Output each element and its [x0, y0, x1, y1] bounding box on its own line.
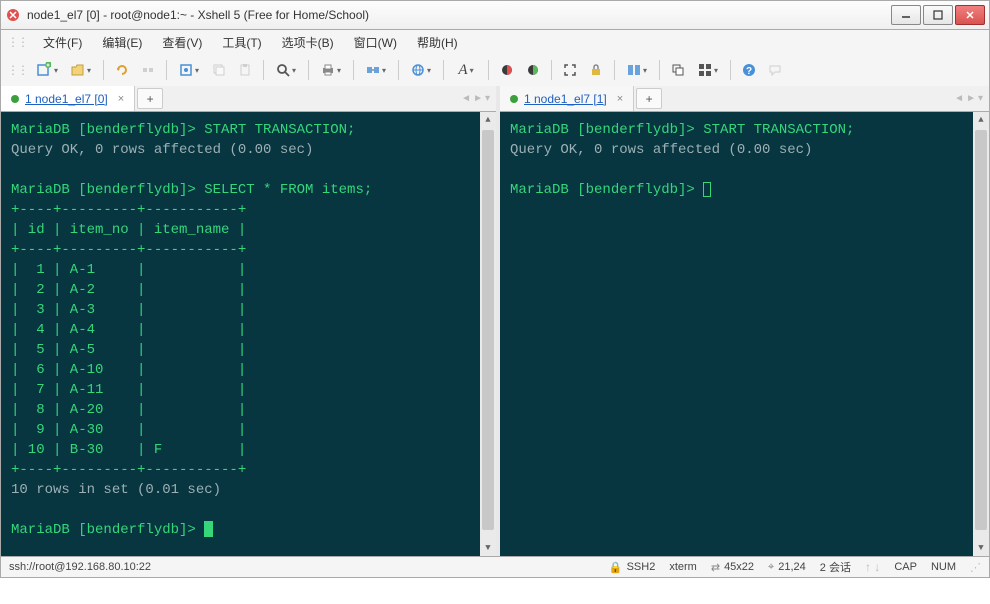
window-title: node1_el7 [0] - root@node1:~ - Xshell 5 … [27, 8, 891, 22]
terminal-right[interactable]: MariaDB [benderflydb]> START TRANSACTION… [500, 112, 989, 556]
title-bar: node1_el7 [0] - root@node1:~ - Xshell 5 … [0, 0, 990, 30]
cursor-icon [703, 182, 711, 197]
cascade-button[interactable] [666, 58, 690, 82]
scroll-up-icon[interactable]: ▲ [480, 112, 496, 128]
maximize-button[interactable] [923, 5, 953, 25]
resize-grip-icon[interactable]: ⋰ [970, 561, 981, 574]
nav-arrows-icon: ↑ ↓ [865, 560, 880, 574]
tab-right-label: 1 node1_el7 [1] [524, 92, 607, 106]
scrollbar-left[interactable]: ▲ ▼ [480, 112, 496, 556]
print-button[interactable] [315, 58, 347, 82]
cursor-icon [204, 521, 213, 537]
tab-next-icon[interactable]: ► [966, 93, 976, 104]
scroll-thumb[interactable] [975, 130, 987, 530]
transfer-button[interactable] [360, 58, 392, 82]
scroll-down-icon[interactable]: ▼ [480, 540, 496, 556]
menu-view[interactable]: 查看(V) [154, 32, 210, 53]
color-scheme2-button[interactable] [521, 58, 545, 82]
tile-button[interactable] [692, 58, 724, 82]
menu-grip-icon: ⋮⋮ [7, 35, 27, 49]
status-size: 45x22 [724, 561, 754, 573]
app-icon [5, 7, 21, 23]
tab-nav-left: ◄ ► ▾ [455, 86, 496, 111]
left-pane: 1 node1_el7 [0] × + ◄ ► ▾ MariaDB [bende… [1, 86, 496, 556]
tab-prev-icon[interactable]: ◄ [954, 93, 964, 104]
menu-window[interactable]: 窗口(W) [346, 32, 405, 53]
status-caps: CAP [894, 561, 917, 573]
size-icon: ⇄ [711, 561, 720, 574]
status-ssh: SSH2 [627, 561, 656, 573]
scrollbar-right[interactable]: ▲ ▼ [973, 112, 989, 556]
properties-button[interactable] [173, 58, 205, 82]
lock-button[interactable] [584, 58, 608, 82]
minimize-button[interactable] [891, 5, 921, 25]
tab-prev-icon[interactable]: ◄ [461, 93, 471, 104]
disconnect-button[interactable] [136, 58, 160, 82]
toolbar-grip-icon: ⋮⋮ [7, 63, 27, 77]
font-button[interactable]: A [450, 58, 482, 82]
status-num: NUM [931, 561, 956, 573]
chat-button[interactable] [763, 58, 787, 82]
connection-status-icon [510, 95, 518, 103]
color-scheme-button[interactable] [495, 58, 519, 82]
pane-container: 1 node1_el7 [0] × + ◄ ► ▾ MariaDB [bende… [0, 86, 990, 556]
tab-menu-icon[interactable]: ▾ [485, 93, 490, 104]
lock-icon: 🔒 [609, 561, 623, 574]
scroll-thumb[interactable] [482, 130, 494, 530]
menu-tools[interactable]: 工具(T) [214, 32, 269, 53]
copy-button[interactable] [207, 58, 231, 82]
paste-button[interactable] [233, 58, 257, 82]
new-session-button[interactable] [31, 58, 63, 82]
menu-tabs[interactable]: 选项卡(B) [274, 32, 342, 53]
connection-status-icon [11, 95, 19, 103]
menu-edit[interactable]: 编辑(E) [94, 32, 150, 53]
close-button[interactable] [955, 5, 985, 25]
right-pane: 1 node1_el7 [1] × + ◄ ► ▾ MariaDB [bende… [496, 86, 989, 556]
tab-left[interactable]: 1 node1_el7 [0] × [1, 86, 135, 111]
fullscreen-button[interactable] [558, 58, 582, 82]
tab-close-icon[interactable]: × [617, 93, 623, 105]
position-icon: ⌖ [768, 561, 774, 574]
tab-nav-right: ◄ ► ▾ [948, 86, 989, 111]
menu-bar: ⋮⋮ 文件(F) 编辑(E) 查看(V) 工具(T) 选项卡(B) 窗口(W) … [0, 30, 990, 54]
svg-text:?: ? [746, 66, 752, 77]
find-button[interactable] [270, 58, 302, 82]
scroll-up-icon[interactable]: ▲ [973, 112, 989, 128]
arrange-button[interactable] [621, 58, 653, 82]
tab-right[interactable]: 1 node1_el7 [1] × [500, 86, 634, 111]
tab-left-label: 1 node1_el7 [0] [25, 92, 108, 106]
status-sessions: 2 会话 [820, 559, 851, 575]
add-tab-button-right[interactable]: + [636, 88, 662, 109]
scroll-down-icon[interactable]: ▼ [973, 540, 989, 556]
terminal-left[interactable]: MariaDB [benderflydb]> START TRANSACTION… [1, 112, 496, 556]
status-connection: ssh://root@192.168.80.10:22 [9, 561, 151, 573]
menu-help[interactable]: 帮助(H) [409, 32, 466, 53]
tab-next-icon[interactable]: ► [473, 93, 483, 104]
add-tab-button-left[interactable]: + [137, 88, 163, 109]
toolbar: ⋮⋮ A ? [0, 54, 990, 86]
help-button[interactable]: ? [737, 58, 761, 82]
status-pos: 21,24 [778, 561, 806, 573]
tab-close-icon[interactable]: × [118, 93, 124, 105]
status-bar: ssh://root@192.168.80.10:22 🔒SSH2 xterm … [0, 556, 990, 578]
open-button[interactable] [65, 58, 97, 82]
menu-file[interactable]: 文件(F) [35, 32, 90, 53]
status-term: xterm [669, 561, 697, 573]
tab-menu-icon[interactable]: ▾ [978, 93, 983, 104]
reconnect-button[interactable] [110, 58, 134, 82]
web-button[interactable] [405, 58, 437, 82]
